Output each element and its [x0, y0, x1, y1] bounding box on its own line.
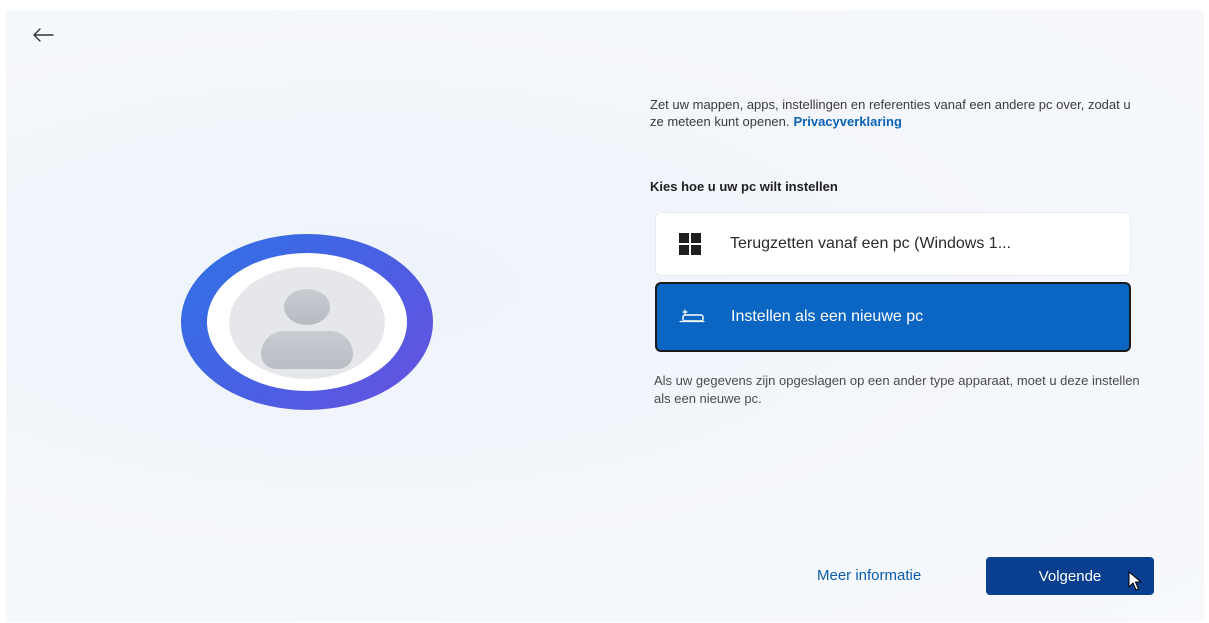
user-avatar-illustration [181, 234, 433, 410]
option-new-pc[interactable]: Instellen als een nieuwe pc [655, 282, 1131, 352]
windows-logo-icon [678, 232, 702, 256]
avatar-body [261, 331, 353, 369]
new-pc-icon [679, 309, 705, 325]
intro-text: Zet uw mappen, apps, instellingen en ref… [650, 97, 1131, 129]
section-title: Kies hoe u uw pc wilt instellen [650, 179, 838, 194]
option-label: Terugzetten vanaf een pc (Windows 1... [730, 235, 1012, 252]
more-info-link[interactable]: Meer informatie [817, 567, 921, 584]
setup-note: Als uw gegevens zijn opgeslagen op een a… [654, 373, 1140, 406]
setup-options-panel: Zet uw mappen, apps, instellingen en ref… [650, 96, 1150, 406]
mouse-cursor-icon [1128, 571, 1142, 591]
avatar [229, 267, 385, 379]
back-button[interactable] [28, 22, 58, 48]
arrow-left-icon [33, 28, 54, 42]
option-restore-from-pc[interactable]: Terugzetten vanaf een pc (Windows 1... [655, 212, 1131, 276]
privacy-link[interactable]: Privacyverklaring [794, 114, 902, 129]
option-label: Instellen als een nieuwe pc [731, 308, 924, 325]
avatar-head [284, 289, 330, 325]
